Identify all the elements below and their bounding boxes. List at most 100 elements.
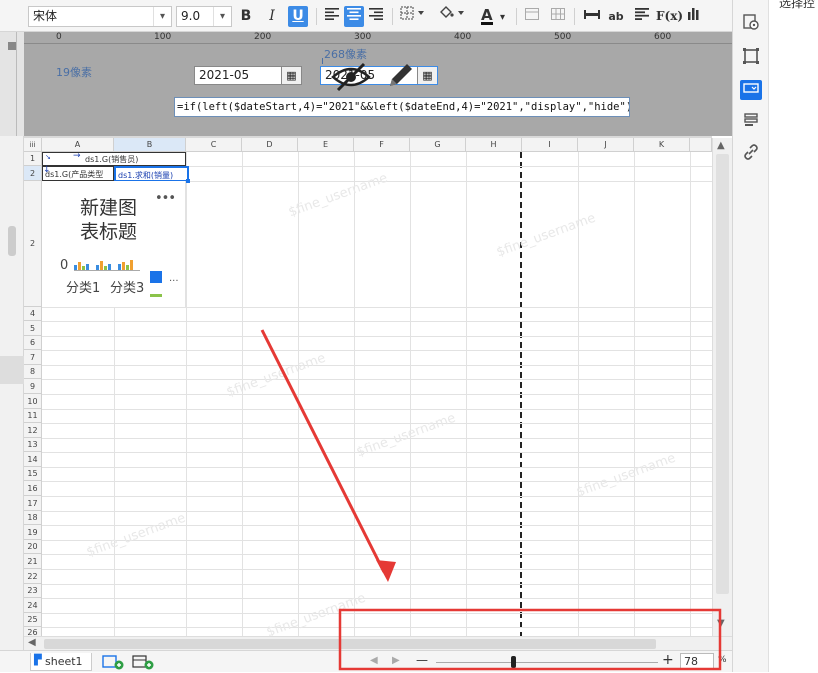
cell-a1[interactable]: ds1.G(销售员) ↘ → xyxy=(42,151,186,166)
cell-b2-selected[interactable]: ds1.求和(销量) xyxy=(114,166,190,183)
chart-more-icon[interactable]: ••• xyxy=(155,191,176,206)
calendar-icon[interactable]: ▦ xyxy=(417,67,437,84)
formula-button[interactable]: F(x) xyxy=(656,6,683,27)
italic-button[interactable]: I xyxy=(262,6,282,27)
row-header[interactable]: 18 xyxy=(24,511,42,525)
row-header[interactable]: 25 xyxy=(24,613,42,627)
row-header[interactable]: 19 xyxy=(24,525,42,540)
add-report-sheet-icon[interactable] xyxy=(102,654,124,673)
font-size-select[interactable]: 9.0 ▾ xyxy=(176,6,232,27)
add-dashboard-sheet-icon[interactable] xyxy=(132,654,154,673)
offset-guide xyxy=(322,58,323,64)
row-header[interactable]: 12 xyxy=(24,423,42,438)
right-icon-panel xyxy=(732,0,768,672)
row-header[interactable]: 4 xyxy=(24,307,42,321)
row-header[interactable]: 15 xyxy=(24,467,42,481)
cell-attributes-icon[interactable] xyxy=(741,14,761,34)
row-header[interactable]: 11 xyxy=(24,409,42,423)
row-header[interactable]: 8 xyxy=(24,365,42,379)
row-header[interactable]: 17 xyxy=(24,496,42,511)
chart-cell[interactable]: 新建图表标题 ••• 0 分类1 分类3 ... xyxy=(42,181,186,307)
line-style-icon[interactable] xyxy=(582,6,602,27)
status-bar: ▛ sheet1 ◀ ▶ — + 78 % xyxy=(0,650,732,672)
column-header-empty[interactable] xyxy=(690,138,712,152)
horizontal-scrollbar[interactable]: ◀ xyxy=(24,636,732,650)
chart-legend-swatch xyxy=(150,271,162,283)
sheet-tab[interactable]: ▛ sheet1 xyxy=(30,653,92,671)
row-header[interactable]: 6 xyxy=(24,336,42,350)
widget-select-icon[interactable] xyxy=(740,80,762,100)
row-header[interactable]: 1 xyxy=(24,152,42,166)
scroll-up-icon[interactable]: ▲ xyxy=(717,140,725,151)
chart-legend-more-icon[interactable]: ... xyxy=(169,273,179,284)
row-header[interactable]: 2 xyxy=(24,181,42,307)
fill-handle[interactable] xyxy=(186,179,190,183)
splitter-handle[interactable] xyxy=(8,226,16,256)
expand-right-arrow-icon: → xyxy=(73,151,81,161)
cell-a2[interactable]: ds1.G(产品类型 ↓ xyxy=(42,165,114,181)
column-header[interactable]: F xyxy=(354,138,410,152)
row-header[interactable]: 16 xyxy=(24,481,42,496)
row-header[interactable]: 10 xyxy=(24,394,42,409)
vertical-scroll-thumb[interactable] xyxy=(716,154,729,594)
table-icon[interactable] xyxy=(548,6,568,27)
font-name-select[interactable]: 宋体 ▾ xyxy=(28,6,172,27)
zoom-in-button[interactable]: + xyxy=(662,652,674,668)
visibility-formula-box[interactable]: =if(left($dateStart,4)="2021"&&left($dat… xyxy=(174,97,630,117)
row-header[interactable]: 24 xyxy=(24,598,42,613)
column-header[interactable]: J xyxy=(578,138,634,152)
zoom-out-button[interactable]: — xyxy=(416,653,428,667)
ab-button[interactable]: ab xyxy=(606,6,626,27)
paragraph-icon[interactable] xyxy=(632,6,652,27)
row-header[interactable]: 9 xyxy=(24,379,42,394)
scroll-down-icon[interactable]: ▼ xyxy=(717,618,725,629)
fill-color-icon[interactable] xyxy=(436,6,468,27)
edit-pencil-icon[interactable] xyxy=(386,60,416,93)
column-header[interactable]: E xyxy=(298,138,354,152)
column-header[interactable]: A xyxy=(42,138,114,152)
ruler-tick: 100 xyxy=(154,32,172,42)
widget-settings-icon[interactable] xyxy=(741,48,761,68)
bold-button[interactable]: B xyxy=(236,6,256,27)
text-color-button[interactable]: A ▾ xyxy=(476,6,510,27)
column-header[interactable]: D xyxy=(242,138,298,152)
row-header[interactable]: 20 xyxy=(24,540,42,554)
column-header[interactable]: B xyxy=(114,138,186,152)
row-header[interactable]: 14 xyxy=(24,452,42,467)
left-tab[interactable] xyxy=(0,356,24,384)
column-header[interactable]: H xyxy=(466,138,522,152)
freeze-icon[interactable] xyxy=(522,6,542,27)
column-header[interactable]: K xyxy=(634,138,690,152)
calendar-icon[interactable]: ▦ xyxy=(281,67,301,84)
column-header[interactable]: I xyxy=(522,138,578,152)
zoom-slider-track[interactable] xyxy=(436,662,658,663)
date-start-widget[interactable]: 2021-05 ▦ xyxy=(194,66,302,85)
hyperlink-icon[interactable] xyxy=(741,144,761,164)
align-right-icon[interactable] xyxy=(366,6,386,27)
row-header[interactable]: 7 xyxy=(24,350,42,365)
next-sheet-icon[interactable]: ▶ xyxy=(392,655,400,666)
row-header[interactable]: 13 xyxy=(24,438,42,452)
zoom-input[interactable]: 78 xyxy=(680,653,714,670)
prev-sheet-icon[interactable]: ◀ xyxy=(370,655,378,666)
scroll-left-icon[interactable]: ◀ xyxy=(28,637,36,648)
vertical-scrollbar[interactable]: ▲ ▼ xyxy=(712,138,732,636)
row-header[interactable]: 2 xyxy=(24,166,42,181)
chart-icon[interactable] xyxy=(684,6,704,27)
row-header[interactable]: 5 xyxy=(24,321,42,336)
zoom-slider-thumb[interactable] xyxy=(511,656,516,668)
align-left-icon[interactable] xyxy=(322,6,342,27)
column-header[interactable]: C xyxy=(186,138,242,152)
align-center-icon[interactable] xyxy=(344,6,364,27)
row-header[interactable]: 22 xyxy=(24,569,42,584)
underline-button[interactable]: U xyxy=(288,6,308,27)
layers-icon[interactable] xyxy=(741,112,761,132)
column-header[interactable]: G xyxy=(410,138,466,152)
border-icon[interactable] xyxy=(398,6,428,27)
watermark: $fine_username xyxy=(494,210,598,261)
row-header[interactable]: 21 xyxy=(24,554,42,569)
spreadsheet-grid: iii A B C D E F G H I J K 1 2 2 4 5 6 7 … xyxy=(24,138,712,638)
grid-corner[interactable]: iii xyxy=(24,138,42,152)
horizontal-scroll-thumb[interactable] xyxy=(44,639,656,649)
row-header[interactable]: 23 xyxy=(24,584,42,598)
